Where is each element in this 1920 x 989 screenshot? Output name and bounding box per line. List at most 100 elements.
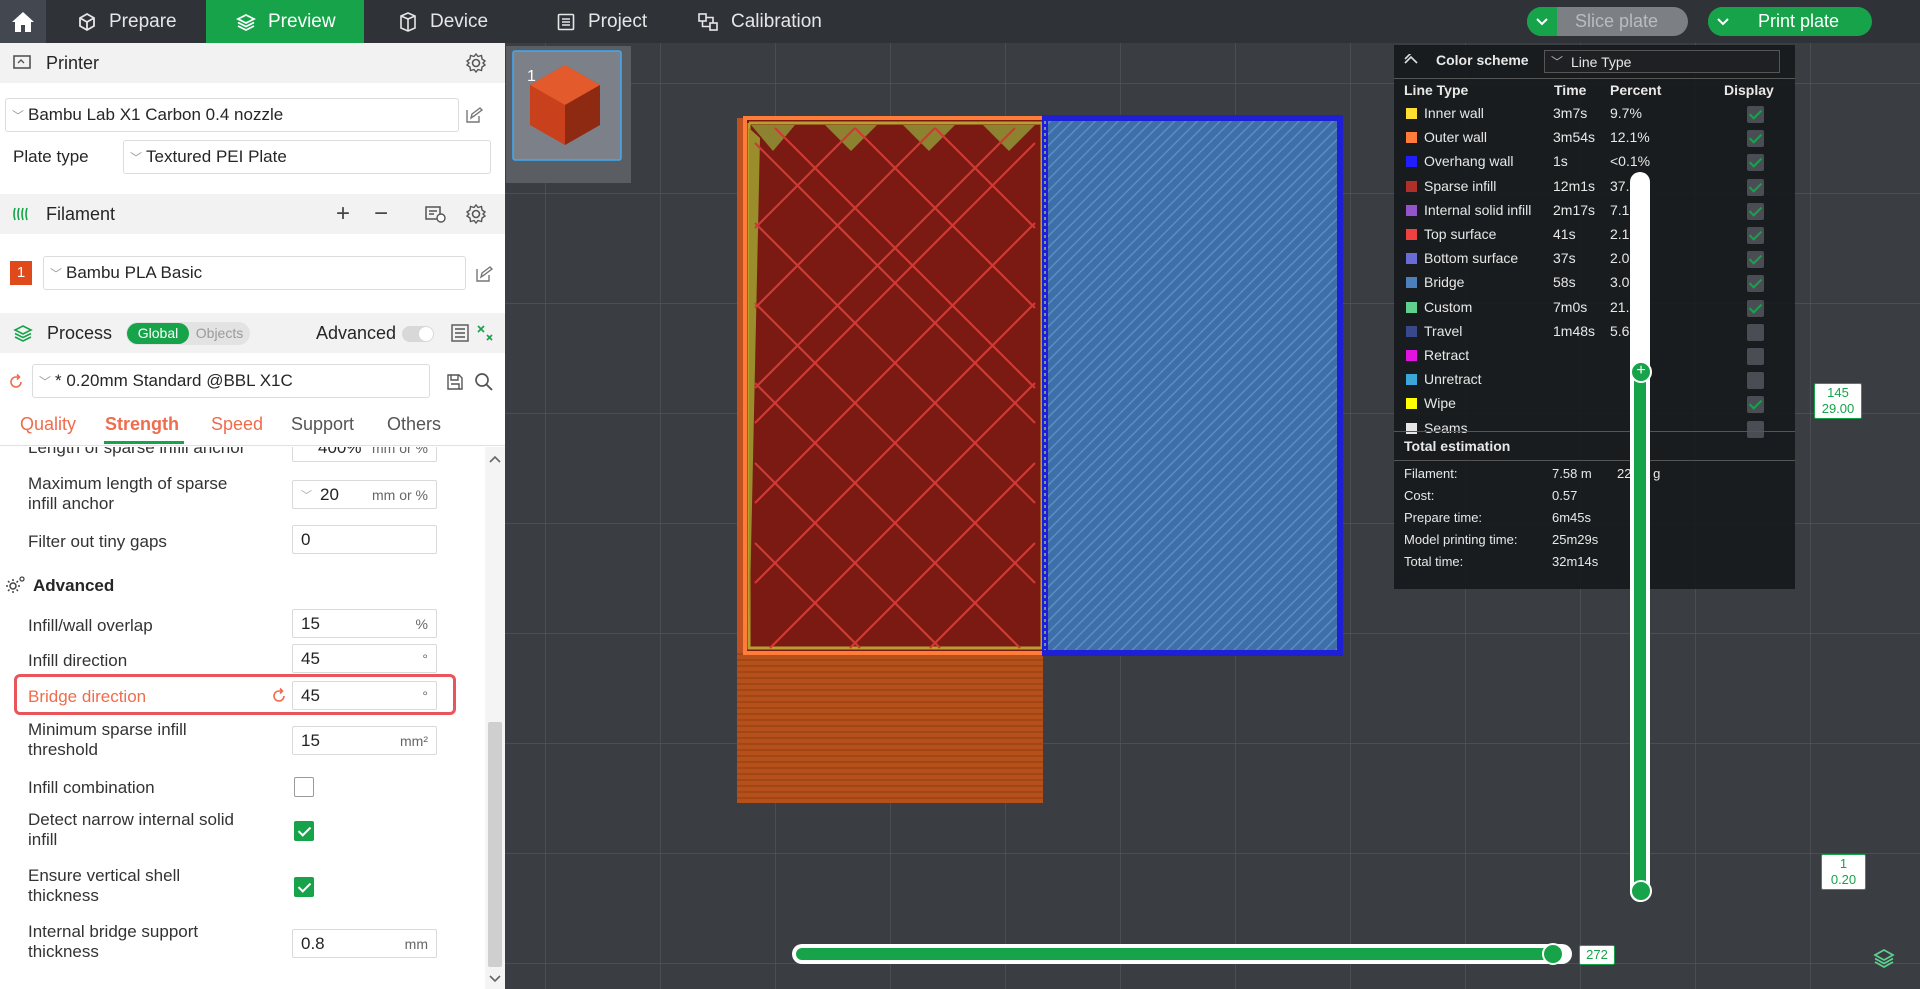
edit-printer-icon[interactable] bbox=[465, 106, 483, 124]
filament-sync-icon[interactable] bbox=[424, 204, 446, 224]
add-filament-icon[interactable]: + bbox=[336, 200, 350, 228]
filament-select[interactable]: ﹀ Bambu PLA Basic bbox=[43, 256, 466, 290]
reset-value-icon[interactable] bbox=[270, 687, 288, 705]
filter-gaps-input[interactable]: 0 bbox=[292, 525, 437, 554]
setting-row-filter-gaps: Filter out tiny gaps 0 bbox=[0, 525, 485, 555]
bridge-direction-input[interactable]: 45 ° bbox=[292, 681, 437, 710]
tab-device[interactable]: Device bbox=[398, 0, 488, 43]
legend-display-checkbox[interactable] bbox=[1747, 227, 1764, 244]
legend-time: 58s bbox=[1553, 274, 1576, 291]
plate-type-select[interactable]: ﹀ Textured PEI Plate bbox=[123, 140, 491, 174]
process-preset-select[interactable]: ﹀ * 0.20mm Standard @BBL X1C bbox=[32, 364, 430, 398]
layer-top-handle[interactable]: + bbox=[1630, 361, 1652, 383]
tab-others[interactable]: Others bbox=[387, 414, 441, 435]
tab-project[interactable]: Project bbox=[556, 0, 647, 43]
setting-row-bridge-direction: Bridge direction 45 ° bbox=[0, 674, 485, 716]
tab-quality[interactable]: Quality bbox=[20, 414, 76, 435]
legend-time: 1s bbox=[1553, 153, 1568, 170]
3d-preview-viewport[interactable]: 1 Color scheme ﹀ Line Type Line Type Tim… bbox=[505, 43, 1920, 989]
tab-speed[interactable]: Speed bbox=[211, 414, 263, 435]
scrollbar-thumb[interactable] bbox=[488, 722, 502, 967]
advanced-toggle[interactable] bbox=[402, 326, 434, 342]
move-slider-track[interactable] bbox=[792, 944, 1572, 964]
overlap-input[interactable]: 15 % bbox=[292, 609, 437, 638]
printer-select[interactable]: ﹀ Bambu Lab X1 Carbon 0.4 nozzle bbox=[5, 98, 459, 132]
filament-title: Filament bbox=[46, 203, 116, 224]
layers-view-icon[interactable] bbox=[1872, 946, 1896, 970]
edit-filament-icon[interactable] bbox=[475, 265, 493, 283]
legend-display-checkbox[interactable] bbox=[1747, 348, 1764, 365]
tab-strength[interactable]: Strength bbox=[105, 414, 179, 435]
legend-header-type: Line Type bbox=[1404, 82, 1469, 98]
filament-slot-badge[interactable]: 1 bbox=[10, 261, 32, 285]
legend-time: 12m1s bbox=[1553, 177, 1596, 194]
print-dropdown-chevron-icon[interactable] bbox=[1708, 7, 1738, 36]
tab-calibration-label: Calibration bbox=[731, 10, 822, 32]
objects-toggle-option[interactable]: Objects bbox=[191, 323, 248, 344]
max-anchor-input[interactable]: ﹀ 20 mm or % bbox=[292, 480, 437, 509]
legend-color-swatch bbox=[1406, 204, 1417, 216]
legend-display-checkbox[interactable] bbox=[1747, 178, 1764, 196]
process-tools-icon[interactable] bbox=[475, 323, 495, 343]
filament-section-header: Filament + − bbox=[0, 194, 505, 234]
vertical-shell-checkbox[interactable] bbox=[294, 877, 314, 897]
scroll-up-arrow-icon[interactable] bbox=[489, 455, 501, 463]
printer-settings-gear-icon[interactable] bbox=[465, 52, 487, 74]
prepare-time-value: 6m45s bbox=[1552, 510, 1592, 525]
collapse-chevron-up-icon[interactable] bbox=[1404, 54, 1418, 64]
search-icon[interactable] bbox=[474, 372, 494, 392]
tab-prepare[interactable]: Prepare bbox=[77, 0, 177, 43]
move-slider-handle[interactable] bbox=[1542, 943, 1564, 965]
narrow-solid-checkbox[interactable] bbox=[294, 821, 314, 841]
print-plate-button[interactable]: Print plate bbox=[1708, 7, 1872, 36]
legend-color-swatch bbox=[1406, 229, 1417, 240]
legend-type-name: Overhang wall bbox=[1424, 153, 1514, 170]
infill-combination-checkbox[interactable] bbox=[294, 777, 314, 797]
compare-list-icon[interactable] bbox=[450, 323, 470, 343]
legend-display-checkbox[interactable] bbox=[1747, 154, 1764, 172]
plate-type-value: Textured PEI Plate bbox=[146, 147, 287, 166]
legend-display-checkbox[interactable] bbox=[1747, 130, 1764, 148]
filament-icon bbox=[13, 207, 28, 221]
total-time-label: Total time: bbox=[1404, 554, 1464, 569]
legend-display-checkbox[interactable] bbox=[1747, 323, 1764, 341]
tab-support[interactable]: Support bbox=[291, 414, 354, 435]
setting-label: infill bbox=[28, 830, 58, 849]
infill-direction-input[interactable]: 45 ° bbox=[292, 644, 437, 673]
home-button[interactable] bbox=[0, 0, 46, 43]
legend-time: 3m7s bbox=[1553, 105, 1588, 121]
legend-display-checkbox[interactable] bbox=[1747, 251, 1764, 269]
legend-display-checkbox[interactable] bbox=[1747, 275, 1764, 293]
save-preset-icon[interactable] bbox=[446, 373, 464, 391]
process-layers-icon bbox=[13, 325, 33, 342]
tab-preview[interactable]: Preview bbox=[206, 0, 364, 43]
global-toggle-option[interactable]: Global bbox=[127, 323, 189, 344]
setting-label: threshold bbox=[28, 740, 98, 759]
chevron-down-icon: ﹀ bbox=[130, 150, 143, 165]
filament-settings-gear-icon[interactable] bbox=[465, 203, 487, 225]
chevron-down-icon: ﹀ bbox=[12, 108, 25, 123]
legend-display-checkbox[interactable] bbox=[1747, 372, 1764, 390]
legend-display-checkbox[interactable] bbox=[1747, 202, 1764, 220]
anchor-length-input[interactable]: ﹀ 400% mm or % bbox=[292, 447, 437, 462]
min-sparse-input[interactable]: 15 mm² bbox=[292, 726, 437, 755]
layer-slider-track[interactable] bbox=[1630, 172, 1650, 902]
color-scheme-select[interactable]: ﹀ Line Type bbox=[1544, 50, 1780, 73]
reset-preset-icon[interactable] bbox=[7, 373, 25, 391]
tab-prepare-label: Prepare bbox=[109, 10, 177, 32]
remove-filament-icon[interactable]: − bbox=[374, 200, 388, 228]
scroll-down-arrow-icon[interactable] bbox=[489, 975, 501, 983]
legend-display-checkbox[interactable] bbox=[1747, 106, 1764, 123]
legend-display-checkbox[interactable] bbox=[1747, 299, 1764, 317]
layer-bottom-handle[interactable] bbox=[1630, 880, 1652, 902]
slice-plate-button[interactable]: Slice plate bbox=[1527, 7, 1688, 36]
legend-display-checkbox[interactable] bbox=[1747, 420, 1764, 438]
bridge-support-input[interactable]: 0.8 mm bbox=[292, 929, 437, 958]
legend-row: Bridge 58s 3.0% bbox=[1394, 271, 1795, 295]
global-objects-toggle[interactable]: Global Objects bbox=[126, 322, 250, 345]
sidebar-scrollbar[interactable] bbox=[485, 447, 505, 989]
legend-type-name: Wipe bbox=[1424, 395, 1456, 412]
tab-calibration[interactable]: Calibration bbox=[697, 0, 822, 43]
slice-dropdown-chevron-icon[interactable] bbox=[1527, 7, 1557, 36]
legend-display-checkbox[interactable] bbox=[1747, 396, 1764, 414]
